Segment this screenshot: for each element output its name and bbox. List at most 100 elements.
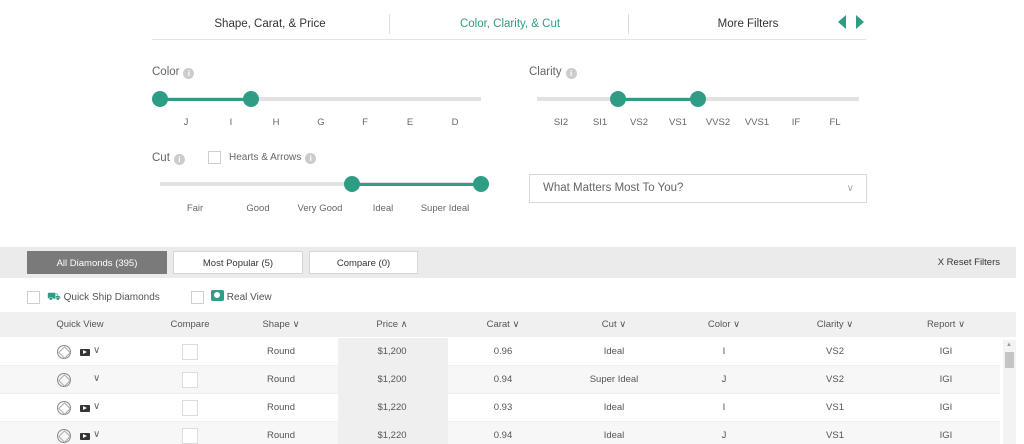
cut-tick: Very Good <box>297 203 343 214</box>
clarity-slider-min-handle[interactable] <box>610 91 626 107</box>
color-cell: I <box>722 346 726 357</box>
hearts-arrows-label: Hearts & Arrows i <box>229 152 317 164</box>
truck-icon: ⛟ <box>47 291 61 303</box>
table-scrollbar[interactable]: ▲ <box>1003 340 1016 444</box>
diamond-icon[interactable] <box>57 429 71 443</box>
color-filter-label: Color i <box>152 66 195 79</box>
tab-all-diamonds[interactable]: All Diamonds (395) <box>27 251 167 274</box>
report-cell: IGI <box>939 346 953 357</box>
shape-cell: Round <box>267 402 295 413</box>
quick-ship-checkbox[interactable] <box>27 291 40 304</box>
video-icon[interactable] <box>80 405 90 412</box>
scrollbar-thumb[interactable] <box>1005 352 1014 368</box>
real-view-option: Real View <box>211 290 272 304</box>
table-row[interactable]: ∨ Round $1,200 0.94 Super Ideal J VS2 IG… <box>0 366 1000 394</box>
color-slider-min-handle[interactable] <box>152 91 168 107</box>
chevron-down-icon[interactable]: ∨ <box>93 422 100 444</box>
tab-divider <box>628 14 629 34</box>
camera-icon <box>211 290 224 301</box>
col-shape-sort[interactable]: Shape ∨ <box>231 312 331 337</box>
cut-slider-max-handle[interactable] <box>473 176 489 192</box>
cut-tick: Fair <box>186 203 204 214</box>
carat-cell: 0.96 <box>493 346 513 357</box>
cut-cell: Ideal <box>603 430 625 441</box>
report-cell: IGI <box>939 374 953 385</box>
cut-tick: Ideal <box>372 203 394 214</box>
col-cut-sort[interactable]: Cut ∨ <box>564 312 664 337</box>
clarity-tick: FL <box>829 117 841 128</box>
clarity-cell: VS2 <box>826 346 844 357</box>
chevron-down-icon[interactable]: ∨ <box>93 338 100 364</box>
scroll-up-icon[interactable]: ▲ <box>1006 342 1012 348</box>
chevron-down-icon[interactable]: ∨ <box>93 394 100 420</box>
table-row[interactable]: ∨ Round $1,220 0.94 Ideal J VS1 IGI <box>0 422 1000 444</box>
compare-checkbox[interactable] <box>182 428 198 444</box>
shape-cell: Round <box>267 374 295 385</box>
cut-cell: Ideal <box>603 402 625 413</box>
tab-compare[interactable]: Compare (0) <box>309 251 418 274</box>
diamond-icon[interactable] <box>57 401 71 415</box>
table-header: Quick View Compare Shape ∨ Price ∧ Carat… <box>0 312 1016 337</box>
report-cell: IGI <box>939 430 953 441</box>
cut-cell: Ideal <box>603 346 625 357</box>
carat-cell: 0.94 <box>493 374 513 385</box>
tab-more-filters[interactable]: More Filters <box>668 14 828 34</box>
diamond-icon[interactable] <box>57 345 71 359</box>
col-color-sort[interactable]: Color ∨ <box>674 312 774 337</box>
color-cell: J <box>721 430 727 441</box>
compare-checkbox[interactable] <box>182 344 198 360</box>
carat-cell: 0.94 <box>493 430 513 441</box>
col-carat-sort[interactable]: Carat ∨ <box>453 312 553 337</box>
clarity-cell: VS1 <box>826 402 844 413</box>
tab-color-clarity-cut[interactable]: Color, Clarity, & Cut <box>430 14 590 34</box>
info-icon[interactable]: i <box>173 154 185 165</box>
diamond-icon[interactable] <box>57 373 71 387</box>
chevron-down-icon[interactable]: ∨ <box>93 366 100 392</box>
col-price-sort[interactable]: Price ∧ <box>342 312 442 337</box>
info-icon[interactable]: i <box>305 153 317 164</box>
video-icon[interactable] <box>80 433 90 440</box>
color-cell: J <box>721 374 727 385</box>
hearts-arrows-checkbox[interactable] <box>208 151 221 164</box>
results-toolbar: All Diamonds (395) Most Popular (5) Comp… <box>0 247 1016 278</box>
clarity-slider-range <box>618 98 698 101</box>
carat-cell: 0.93 <box>493 402 513 413</box>
price-cell: $1,220 <box>377 402 407 413</box>
color-slider-range <box>160 98 252 101</box>
col-report-sort[interactable]: Report ∨ <box>896 312 996 337</box>
chevron-down-icon: ∨ <box>846 183 854 194</box>
prev-arrow-icon[interactable] <box>838 15 846 29</box>
compare-checkbox[interactable] <box>182 372 198 388</box>
clarity-filter-label: Clarity i <box>529 66 577 79</box>
info-icon[interactable]: i <box>183 68 195 79</box>
color-slider-max-handle[interactable] <box>243 91 259 107</box>
cut-cell: Super Ideal <box>589 374 639 385</box>
cut-filter-label: Cut i <box>152 152 185 165</box>
info-icon[interactable]: i <box>565 68 577 79</box>
table-row[interactable]: ∨ Round $1,220 0.93 Ideal I VS1 IGI <box>0 394 1000 422</box>
compare-checkbox[interactable] <box>182 400 198 416</box>
what-matters-select[interactable]: What Matters Most To You? ∨ <box>529 174 867 203</box>
reset-filters-link[interactable]: X Reset Filters <box>938 247 1000 278</box>
cut-tick: Super Ideal <box>420 203 470 214</box>
col-compare: Compare <box>170 319 210 330</box>
video-icon[interactable] <box>80 349 90 356</box>
price-cell: $1,200 <box>377 374 407 385</box>
col-quick-view: Quick View <box>56 319 104 330</box>
next-arrow-icon[interactable] <box>856 15 864 29</box>
clarity-cell: VS2 <box>826 374 844 385</box>
cut-slider-min-handle[interactable] <box>344 176 360 192</box>
price-cell: $1,200 <box>377 346 407 357</box>
table-row[interactable]: ∨ Round $1,200 0.96 Ideal I VS2 IGI <box>0 338 1000 366</box>
tabs-underline <box>152 39 866 40</box>
col-clarity-sort[interactable]: Clarity ∨ <box>785 312 885 337</box>
report-cell: IGI <box>939 402 953 413</box>
cut-tick: Good <box>246 203 270 214</box>
quick-ship-option: ⛟ Quick Ship Diamonds <box>47 291 160 303</box>
clarity-slider-max-handle[interactable] <box>690 91 706 107</box>
tab-most-popular[interactable]: Most Popular (5) <box>173 251 303 274</box>
color-cell: I <box>722 402 726 413</box>
real-view-checkbox[interactable] <box>191 291 204 304</box>
tab-shape-carat-price[interactable]: Shape, Carat, & Price <box>190 14 350 34</box>
cut-slider-range <box>352 183 481 186</box>
